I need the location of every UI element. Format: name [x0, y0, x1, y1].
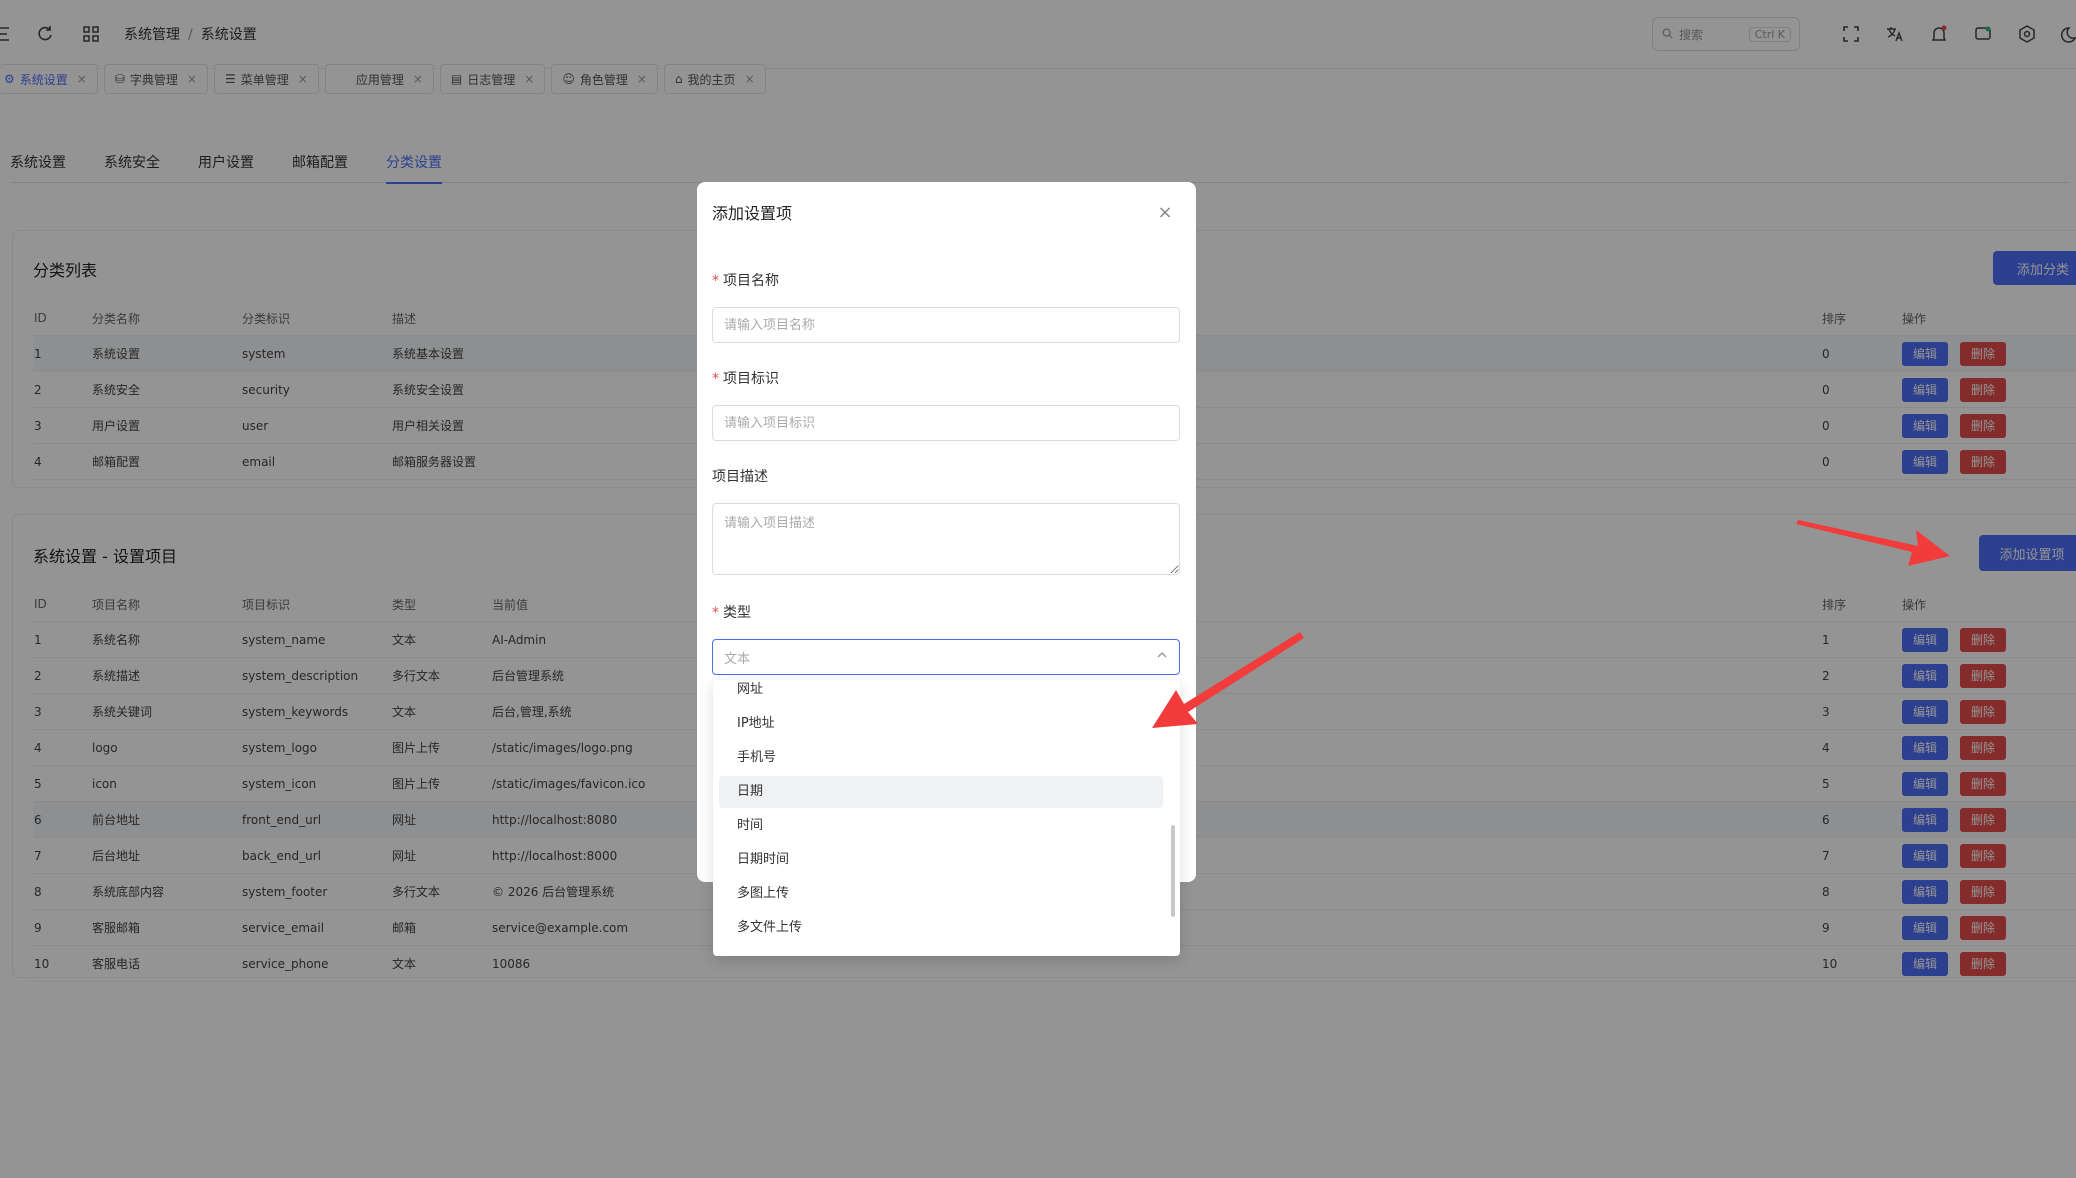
dropdown-option[interactable]: 时间 — [719, 810, 1163, 842]
dropdown-option[interactable]: 网址 — [719, 680, 1163, 706]
dropdown-option[interactable]: 多文件上传 — [719, 912, 1163, 944]
close-icon[interactable]: × — [1155, 202, 1175, 223]
dropdown-option[interactable]: 手机号 — [719, 742, 1163, 774]
item-name-input[interactable] — [712, 307, 1180, 343]
field-label-key: * 项目标识 — [712, 368, 779, 388]
type-select[interactable]: 文本 — [712, 639, 1180, 675]
select-value: 文本 — [724, 651, 751, 667]
required-mark: * — [712, 371, 719, 387]
field-label-desc: 项目描述 — [712, 466, 768, 486]
type-dropdown-list: 网址 IP地址 手机号 日期 时间 日期时间 多图上传 多文件上传 — [713, 680, 1180, 956]
chevron-up-icon — [1156, 649, 1168, 665]
required-mark: * — [712, 273, 719, 289]
field-label-name: * 项目名称 — [712, 270, 779, 290]
page: 系统管理 / 系统设置 搜索 Ctrl K ⚙ 系统设置 × ⛁ 字典管理 × … — [0, 0, 2076, 1178]
required-mark: * — [712, 605, 719, 621]
dropdown-scrollbar[interactable] — [1171, 825, 1175, 917]
dialog-title: 添加设置项 — [712, 204, 793, 223]
label-text: 项目描述 — [712, 469, 768, 485]
dropdown-option[interactable]: 多图上传 — [719, 878, 1163, 910]
dropdown-option[interactable]: 日期时间 — [719, 844, 1163, 876]
item-description-textarea[interactable] — [712, 503, 1180, 575]
label-text: 项目标识 — [723, 371, 779, 387]
dropdown-option[interactable]: IP地址 — [719, 708, 1163, 740]
label-text: 项目名称 — [723, 273, 779, 289]
dropdown-option-selected[interactable]: 日期 — [719, 776, 1163, 808]
item-key-input[interactable] — [712, 405, 1180, 441]
label-text: 类型 — [723, 605, 751, 621]
field-label-type: * 类型 — [712, 602, 751, 622]
